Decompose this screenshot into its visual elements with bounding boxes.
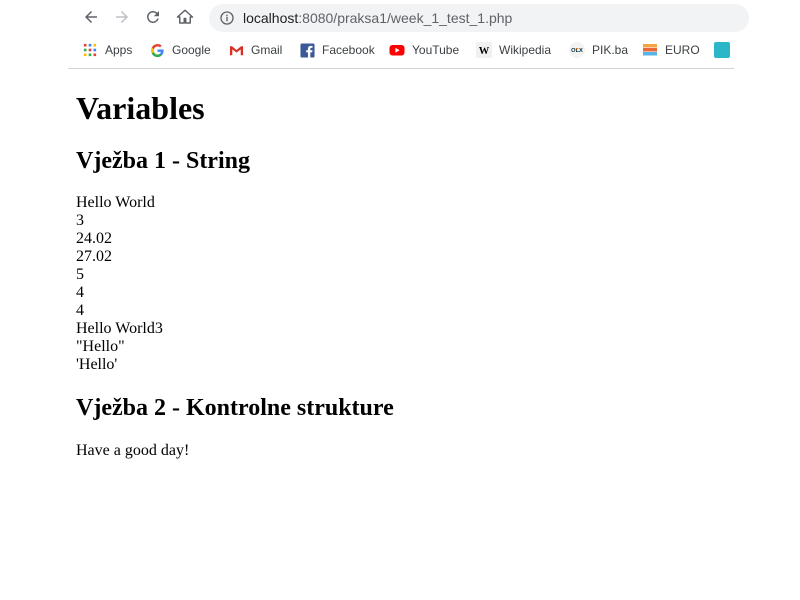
bookmark-label: Gmail: [251, 43, 283, 57]
bookmark-label: YouTube: [412, 43, 460, 57]
section-heading-string: Vježba 1 - String: [76, 148, 250, 174]
svg-text:W: W: [479, 46, 490, 57]
forward-arrow-icon: [116, 11, 128, 23]
info-icon[interactable]: [219, 10, 235, 26]
output-line: 5: [76, 266, 84, 283]
teal-site-icon: [714, 42, 730, 58]
output-line: 27.02: [76, 248, 112, 265]
bookmark-label: PIK.ba: [592, 43, 629, 57]
wikipedia-icon: W: [476, 42, 492, 58]
home-button[interactable]: [172, 4, 198, 30]
bookmark-overflow[interactable]: [714, 40, 734, 60]
address-bar[interactable]: localhost:8080/praksa1/week_1_test_1.php: [209, 4, 749, 32]
bookmarks-bar: Apps Google Gmail Facebook YouTube W Wik…: [68, 36, 734, 64]
section-heading-control-structures: Vježba 2 - Kontrolne strukture: [76, 395, 394, 421]
back-button[interactable]: [78, 4, 104, 30]
facebook-icon: [299, 42, 315, 58]
bookmark-label: Apps: [105, 43, 133, 57]
apps-grid-icon: [82, 42, 98, 58]
bookmark-wikipedia[interactable]: W Wikipedia: [476, 40, 551, 60]
gmail-icon: [228, 42, 244, 58]
forward-button[interactable]: [109, 4, 135, 30]
euro-icon: [642, 42, 658, 58]
string-output-list: Hello World 3 24.02 27.02 5 4 4 Hello Wo…: [76, 194, 163, 374]
reload-button[interactable]: [140, 4, 166, 30]
output-line: "Hello": [76, 338, 125, 355]
output-line: 'Hello': [76, 356, 118, 373]
bookmark-apps[interactable]: Apps: [82, 40, 132, 60]
bookmark-euro[interactable]: EURO: [642, 40, 700, 60]
output-line: Hello World: [76, 194, 155, 211]
control-structures-output: Have a good day!: [76, 442, 190, 459]
reload-icon: [147, 11, 159, 23]
bookmark-label: EURO: [665, 43, 700, 57]
olx-icon: OLX: [569, 42, 585, 58]
output-line: 3: [76, 212, 84, 229]
url-path: :8080/praksa1/week_1_test_1.php: [298, 10, 513, 26]
youtube-icon: [389, 42, 405, 58]
home-icon: [176, 9, 194, 24]
bookmark-facebook[interactable]: Facebook: [299, 40, 375, 60]
bookmark-google[interactable]: Google: [149, 40, 211, 60]
bookmark-youtube[interactable]: YouTube: [389, 40, 459, 60]
output-line: 4: [76, 284, 84, 301]
bookmark-label: Wikipedia: [499, 43, 552, 57]
browser-chrome: localhost:8080/praksa1/week_1_test_1.php…: [68, 0, 749, 69]
bookmark-label: Facebook: [322, 43, 375, 57]
output-line: Hello World3: [76, 320, 163, 337]
navigation-bar: localhost:8080/praksa1/week_1_test_1.php: [68, 0, 749, 35]
output-line: 24.02: [76, 230, 112, 247]
url-host: localhost: [243, 10, 299, 26]
bookmark-pikba[interactable]: OLX PIK.ba: [569, 40, 628, 60]
output-line: 4: [76, 302, 84, 319]
bookmark-gmail[interactable]: Gmail: [228, 40, 282, 60]
bookmark-label: Google: [172, 43, 211, 57]
page-title: Variables: [76, 90, 205, 126]
google-icon: [149, 42, 165, 58]
back-arrow-icon: [85, 11, 97, 23]
